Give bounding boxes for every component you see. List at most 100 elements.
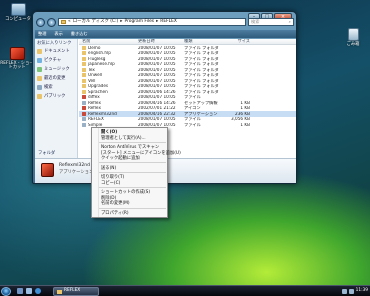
file-type: ファイル フォルダ — [184, 67, 219, 72]
file-icon — [82, 100, 86, 105]
taskbar-window-button[interactable]: REFLEX — [53, 287, 99, 296]
menu-item[interactable]: 送る(N) — [101, 166, 116, 171]
file-icon — [82, 122, 86, 127]
file-name-cell: Fluglesg — [79, 57, 138, 61]
file-icon — [82, 89, 86, 94]
file-date: 2008/01/07 10:05 — [138, 45, 176, 50]
file-date: 2008/01/07 10:05 — [138, 56, 176, 61]
file-name-cell: Sprachen — [79, 90, 138, 94]
search-input[interactable]: 検索 ⌕ — [248, 18, 294, 26]
forward-button[interactable]: › — [47, 17, 56, 27]
menu-separator — [99, 187, 166, 188]
file-icon — [82, 95, 86, 100]
file-date: 2008/01/07 10:05 — [138, 73, 176, 78]
menu-item[interactable]: プロパティ(R) — [101, 211, 129, 216]
file-date: 2008/01/07 10:05 — [138, 67, 176, 72]
sidebar-item[interactable]: ミュージック — [37, 66, 75, 73]
column-header-type[interactable]: 種類 — [184, 39, 222, 43]
start-button[interactable] — [1, 287, 11, 296]
file-name: Fluglesg — [88, 56, 106, 61]
file-type: ファイル フォルダ — [184, 73, 219, 78]
menu-item[interactable]: コピー(C) — [101, 181, 120, 186]
browser-icon[interactable] — [35, 288, 41, 294]
file-icon — [82, 106, 86, 111]
column-header-date[interactable]: 更新日時 — [138, 39, 184, 43]
folder-icon — [37, 58, 42, 64]
sidebar-item-label: ドキュメント — [44, 48, 70, 54]
menu-separator — [99, 162, 166, 163]
details-file-type: アプリケーション — [59, 170, 94, 175]
folder-icon — [37, 49, 42, 55]
favorite-links-header: お気に入りリンク — [37, 41, 72, 46]
menu-item[interactable]: 管理者として実行(A)... — [101, 136, 146, 141]
sidebar-item[interactable]: ドキュメント — [37, 48, 75, 55]
switch-windows-icon[interactable] — [26, 288, 32, 294]
file-name: Demo — [88, 45, 101, 50]
file-type: セットアップ情報 — [184, 100, 218, 105]
file-icon — [82, 84, 86, 89]
file-name-cell: REFLEX — [79, 117, 138, 122]
menu-item[interactable]: クイック起動に追加 — [101, 156, 140, 161]
file-type: ファイル フォルダ — [184, 84, 219, 89]
file-name-cell: japanese.hlp — [79, 62, 138, 67]
file-type: ファイル — [184, 117, 201, 122]
file-name-cell: Reflex — [79, 101, 138, 105]
organize-button[interactable]: 整理 — [38, 31, 46, 36]
burn-button[interactable]: 書き込む — [71, 31, 88, 36]
folders-toggle[interactable]: フォルダ — [38, 151, 55, 156]
network-icon[interactable] — [341, 289, 347, 294]
command-toolbar: 整理 表示 書き込む — [35, 30, 296, 38]
file-date: 2008/01/06 14:26 — [138, 89, 176, 94]
file-name-cell: Unwell — [79, 73, 138, 78]
file-date: 2008/01/07 10:05 — [138, 51, 176, 56]
file-date: 2008/04/16 22:32 — [138, 111, 176, 116]
file-size: 1 KB — [240, 100, 250, 105]
sidebar-item[interactable]: ピクチャ — [37, 58, 75, 64]
taskbar-window-label: REFLEX — [64, 288, 81, 294]
file-icon — [82, 62, 86, 67]
file-name: diffex — [88, 95, 100, 100]
address-bar[interactable]: « ローカル ディスク (C:) ▸ Program Files ▸ REFLE… — [58, 18, 246, 26]
file-icon — [82, 56, 86, 61]
breadcrumb-program-files[interactable]: Program Files — [125, 19, 155, 24]
menu-item[interactable]: 切り取り(T) — [101, 175, 124, 180]
recycle-bin-icon — [347, 28, 359, 41]
show-desktop-icon[interactable] — [17, 288, 23, 294]
volume-icon[interactable] — [348, 289, 354, 294]
column-header-size[interactable]: サイズ — [222, 39, 250, 43]
column-header-name[interactable]: 名前 — [79, 39, 138, 43]
file-type: ファイル — [184, 95, 201, 100]
file-type: ファイル フォルダ — [184, 78, 219, 83]
breadcrumb-reflex[interactable]: REFLEX — [160, 19, 177, 24]
file-name-cell: english.hlp — [79, 51, 138, 56]
menu-item[interactable]: Norton AntiVirus でスキャン — [101, 145, 159, 150]
file-type: ファイル フォルダ — [184, 62, 219, 67]
file-icon — [82, 45, 86, 50]
desktop-icon-reflex-shortcut[interactable]: REFLEX - ショートカット — [0, 47, 34, 71]
sidebar-item[interactable]: 最近の変更 — [37, 76, 75, 82]
file-name: japanese.hlp — [88, 62, 115, 67]
menu-item[interactable]: ショートカットの作成(S) — [101, 190, 150, 195]
file-icon — [82, 67, 86, 72]
navigation-pane: お気に入りリンク ドキュメント ピクチャミュージック 最近の変更検索パブリック フォ… — [35, 39, 78, 158]
file-type: ファイル フォルダ — [184, 51, 219, 56]
views-button[interactable]: 表示 — [54, 31, 62, 36]
back-button[interactable]: ‹ — [36, 17, 45, 27]
menu-item[interactable]: 名前の変更(M) — [101, 201, 130, 206]
menu-item[interactable]: 開く(O) — [101, 130, 117, 135]
file-icon — [82, 73, 86, 78]
sidebar-item-label: ミュージック — [44, 66, 70, 72]
sidebar-item[interactable]: 検索 — [37, 85, 75, 91]
file-size: 1 KB — [240, 106, 250, 111]
desktop-icon-computer[interactable]: コンピュータ — [1, 3, 35, 22]
folder-icon — [37, 94, 42, 100]
file-name-cell: Demo — [79, 46, 138, 50]
breadcrumb-local-disk[interactable]: ローカル ディスク (C:) — [73, 19, 119, 24]
clock[interactable]: 11:39 — [356, 289, 368, 294]
computer-icon — [10, 3, 26, 16]
sidebar-item-label: パブリック — [44, 93, 66, 99]
folder-icon — [37, 85, 42, 91]
file-name: Unwell — [88, 73, 103, 78]
desktop-icon-recycle-bin[interactable]: ごみ箱 — [336, 28, 370, 47]
sidebar-item[interactable]: パブリック — [37, 93, 75, 100]
